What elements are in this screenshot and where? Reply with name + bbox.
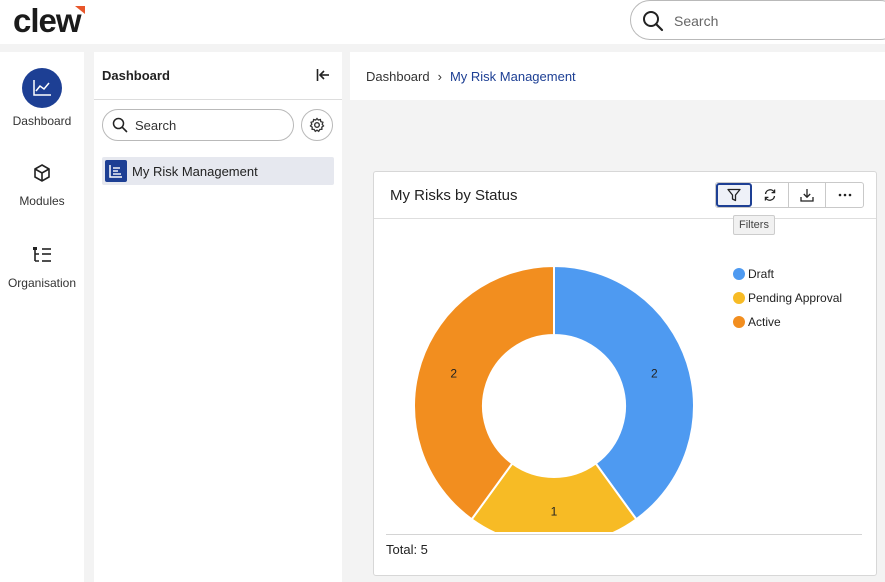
legend-label: Active <box>748 315 781 329</box>
search-icon <box>642 10 664 37</box>
nav-item-dashboard[interactable]: Dashboard <box>0 68 84 128</box>
more-icon <box>838 193 851 197</box>
nav-label-modules: Modules <box>19 194 65 208</box>
org-tree-icon <box>22 240 62 270</box>
search-icon <box>112 117 128 138</box>
card-toolbar <box>715 182 864 208</box>
legend-item[interactable]: Active <box>733 310 842 334</box>
download-button[interactable] <box>789 183 826 207</box>
legend-dot <box>733 316 745 328</box>
nav-item-modules[interactable]: Modules <box>0 158 84 208</box>
donut-chart: 2 1 2 <box>413 264 695 532</box>
refresh-button[interactable] <box>752 183 789 207</box>
breadcrumb-bar: Dashboard › My Risk Management <box>350 52 885 100</box>
donut-data-label: 2 <box>651 366 658 380</box>
logo-accent-mark <box>75 6 85 14</box>
panel-header: Dashboard <box>94 52 342 100</box>
collapse-panel-icon[interactable] <box>316 68 330 87</box>
legend-dot <box>733 268 745 280</box>
legend-item[interactable]: Pending Approval <box>733 286 842 310</box>
card-title: My Risks by Status <box>390 187 518 204</box>
download-icon <box>800 189 814 202</box>
card-footer: Total: 5 <box>386 534 862 557</box>
donut-data-label: 2 <box>450 366 457 380</box>
risk-status-card: My Risks by Status 2 1 2 Draft Pending Appr… <box>373 171 877 576</box>
total-count: Total: 5 <box>386 542 428 557</box>
panel-search-placeholder: Search <box>135 118 177 133</box>
breadcrumb: Dashboard › My Risk Management <box>366 69 576 84</box>
legend-label: Draft <box>748 267 775 281</box>
sidebar-item-my-risk-management[interactable]: My Risk Management <box>102 157 334 185</box>
donut-data-label: 1 <box>551 505 558 519</box>
top-bar: clew Search <box>0 0 885 44</box>
sidebar-item-label: My Risk Management <box>132 164 258 179</box>
legend-label: Pending Approval <box>748 291 843 305</box>
breadcrumb-root[interactable]: Dashboard <box>366 69 430 84</box>
breadcrumb-separator: › <box>437 69 442 84</box>
legend-dot <box>733 292 745 304</box>
refresh-icon <box>764 189 776 201</box>
nav-item-organisation[interactable]: Organisation <box>0 240 84 290</box>
more-options-button[interactable] <box>826 183 863 207</box>
global-search-input[interactable]: Search <box>630 0 885 40</box>
global-search-placeholder: Search <box>674 13 719 29</box>
nav-label-organisation: Organisation <box>7 276 77 290</box>
chart-legend: Draft Pending Approval Active <box>733 262 842 334</box>
nav-label-dashboard: Dashboard <box>12 114 72 128</box>
panel-search-input[interactable]: Search <box>102 109 294 141</box>
list-chart-icon <box>105 160 127 182</box>
cube-icon <box>22 158 62 188</box>
app-logo[interactable]: clew <box>13 2 82 40</box>
filters-tooltip: Filters <box>733 215 775 235</box>
dashboard-panel: Dashboard Search My Risk Management <box>94 52 342 582</box>
gear-icon <box>309 117 325 133</box>
breadcrumb-current: My Risk Management <box>449 69 576 84</box>
panel-title: Dashboard <box>102 68 170 83</box>
legend-item[interactable]: Draft <box>733 262 842 286</box>
filter-button[interactable] <box>716 183 752 207</box>
chart-line-icon <box>22 68 62 108</box>
filter-icon <box>727 188 741 202</box>
panel-settings-button[interactable] <box>301 109 333 141</box>
left-nav: Dashboard Modules Organisation <box>0 52 84 582</box>
card-header: My Risks by Status <box>374 172 876 219</box>
